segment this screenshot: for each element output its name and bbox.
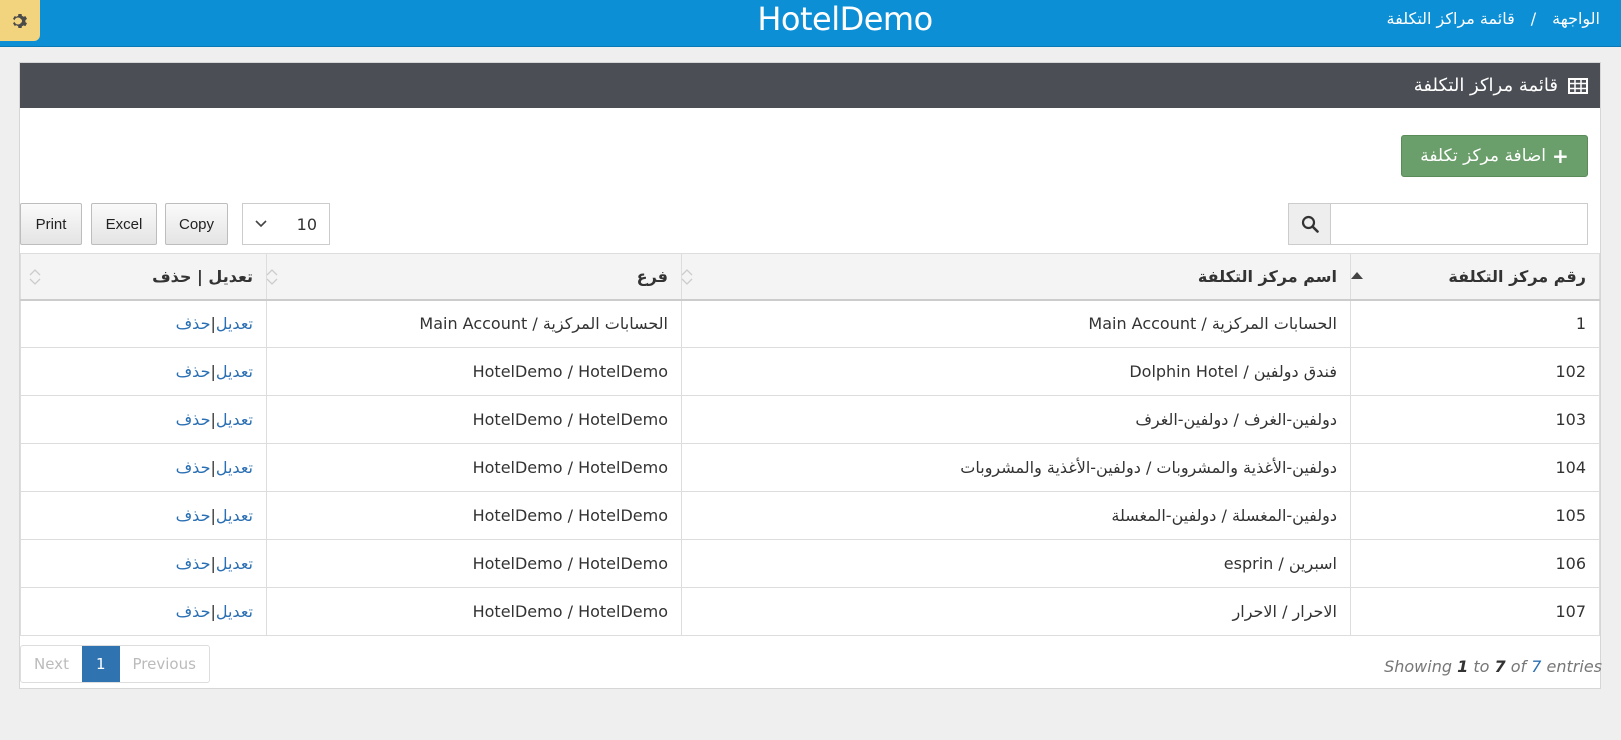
sort-icon [29, 269, 41, 285]
pagination: Next 1 Previous [20, 645, 210, 683]
cell-number: 104 [1350, 443, 1600, 492]
delete-link[interactable]: حذف [176, 458, 211, 477]
cell-name: دولفين-الأغذية والمشروبات / دولفين-الأغذ… [681, 443, 1351, 492]
delete-link[interactable]: حذف [176, 554, 211, 573]
pagination-next[interactable]: Next [21, 646, 82, 682]
cell-actions: تعديل|حذف [20, 443, 267, 492]
table-row: 1 الحسابات المركزية / Main Account الحسابا… [20, 299, 1600, 348]
breadcrumb-current[interactable]: قائمة مراكز التكلفة [1387, 9, 1515, 28]
search-button[interactable] [1289, 204, 1331, 244]
delete-link[interactable]: حذف [176, 362, 211, 381]
cell-number: 103 [1350, 395, 1600, 444]
cell-actions: تعديل|حذف [20, 587, 267, 636]
cost-centers-table: رقم مركز التكلفة اسم مركز التكلفة فرع تع… [20, 253, 1600, 636]
table-row: 103 دولفين-الغرف / دولفين-الغرف HotelDemo … [20, 395, 1600, 444]
cell-number: 106 [1350, 539, 1600, 588]
panel-header: قائمة مراكز التكلفة [20, 63, 1600, 108]
edit-link[interactable]: تعديل [216, 506, 253, 525]
add-button-label: اضافة مركز تكلفة [1420, 146, 1547, 166]
delete-link[interactable]: حذف [176, 314, 211, 333]
table-icon [1568, 77, 1588, 94]
column-header-actions[interactable]: تعديل | حذف [20, 253, 267, 301]
table-header-row: رقم مركز التكلفة اسم مركز التكلفة فرع تع… [20, 253, 1600, 301]
table-row: 105 دولفين-المغسلة / دولفين-المغسلة HotelD… [20, 491, 1600, 540]
search-icon [1301, 215, 1319, 233]
edit-link[interactable]: تعديل [216, 458, 253, 477]
cell-branch: HotelDemo / HotelDemo [266, 491, 682, 540]
breadcrumb-separator: / [1530, 9, 1537, 28]
table-row: 107 الاحرار / الاحرار HotelDemo / HotelDem… [20, 587, 1600, 636]
top-navbar: HotelDemo الواجهة / قائمة مراكز التكلفة [0, 0, 1621, 47]
cell-name: دولفين-المغسلة / دولفين-المغسلة [681, 491, 1351, 540]
cell-number: 105 [1350, 491, 1600, 540]
add-cost-center-button[interactable]: + اضافة مركز تكلفة [1401, 135, 1588, 177]
edit-link[interactable]: تعديل [216, 554, 253, 573]
edit-link[interactable]: تعديل [216, 362, 253, 381]
cell-number: 107 [1350, 587, 1600, 636]
edit-link[interactable]: تعديل [216, 602, 253, 621]
delete-link[interactable]: حذف [176, 506, 211, 525]
cell-branch: HotelDemo / HotelDemo [266, 443, 682, 492]
delete-link[interactable]: حذف [176, 602, 211, 621]
sort-icon [266, 269, 278, 285]
page-length-value: 10 [296, 214, 317, 234]
cost-centers-panel: قائمة مراكز التكلفة + اضافة مركز تكلفة P… [19, 62, 1602, 689]
page-length-select[interactable]: 10 [242, 203, 330, 245]
print-button[interactable]: Print [20, 203, 82, 245]
cell-name: الاحرار / الاحرار [681, 587, 1351, 636]
delete-link[interactable]: حذف [176, 410, 211, 429]
cell-name: دولفين-الغرف / دولفين-الغرف [681, 395, 1351, 444]
cell-actions: تعديل|حذف [20, 539, 267, 588]
excel-button[interactable]: Excel [91, 203, 157, 245]
cell-name: اسبرين / esprin [681, 539, 1351, 588]
breadcrumb-home[interactable]: الواجهة [1552, 9, 1600, 28]
cell-number: 102 [1350, 347, 1600, 396]
chevron-down-icon [255, 220, 267, 228]
cell-branch: HotelDemo / HotelDemo [266, 587, 682, 636]
table-row: 102 فندق دولفين / Dolphin Hotel HotelDemo … [20, 347, 1600, 396]
table-row: 104 دولفين-الأغذية والمشروبات / دولفين-ال… [20, 443, 1600, 492]
sort-icon [681, 269, 693, 285]
edit-link[interactable]: تعديل [216, 314, 253, 333]
pagination-page-1[interactable]: 1 [81, 646, 120, 682]
cell-branch: HotelDemo / HotelDemo [266, 539, 682, 588]
panel-title: قائمة مراكز التكلفة [1413, 75, 1558, 96]
cell-actions: تعديل|حذف [20, 395, 267, 444]
app-brand[interactable]: HotelDemo [0, 0, 1621, 40]
cell-name: الحسابات المركزية / Main Account [681, 299, 1351, 348]
cell-actions: تعديل|حذف [20, 491, 267, 540]
cell-branch: HotelDemo / HotelDemo [266, 395, 682, 444]
search-input[interactable] [1331, 204, 1587, 244]
edit-link[interactable]: تعديل [216, 410, 253, 429]
cell-actions: تعديل|حذف [20, 347, 267, 396]
column-header-number[interactable]: رقم مركز التكلفة [1350, 253, 1600, 301]
breadcrumb: الواجهة / قائمة مراكز التكلفة [1387, 9, 1600, 28]
plus-icon: + [1552, 144, 1569, 168]
column-header-branch[interactable]: فرع [266, 253, 682, 301]
table-info: Showing 1 to 7 of 7 entries [1384, 657, 1602, 676]
cell-actions: تعديل|حذف [20, 299, 267, 348]
cell-branch: الحسابات المركزية / Main Account [266, 299, 682, 348]
copy-button[interactable]: Copy [165, 203, 228, 245]
sort-asc-icon [1351, 272, 1363, 279]
search-box [1288, 203, 1588, 245]
cell-branch: HotelDemo / HotelDemo [266, 347, 682, 396]
cell-number: 1 [1350, 299, 1600, 348]
table-row: 106 اسبرين / esprin HotelDemo / HotelDemo ت… [20, 539, 1600, 588]
pagination-previous[interactable]: Previous [120, 646, 209, 682]
column-header-name[interactable]: اسم مركز التكلفة [681, 253, 1351, 301]
cell-name: فندق دولفين / Dolphin Hotel [681, 347, 1351, 396]
